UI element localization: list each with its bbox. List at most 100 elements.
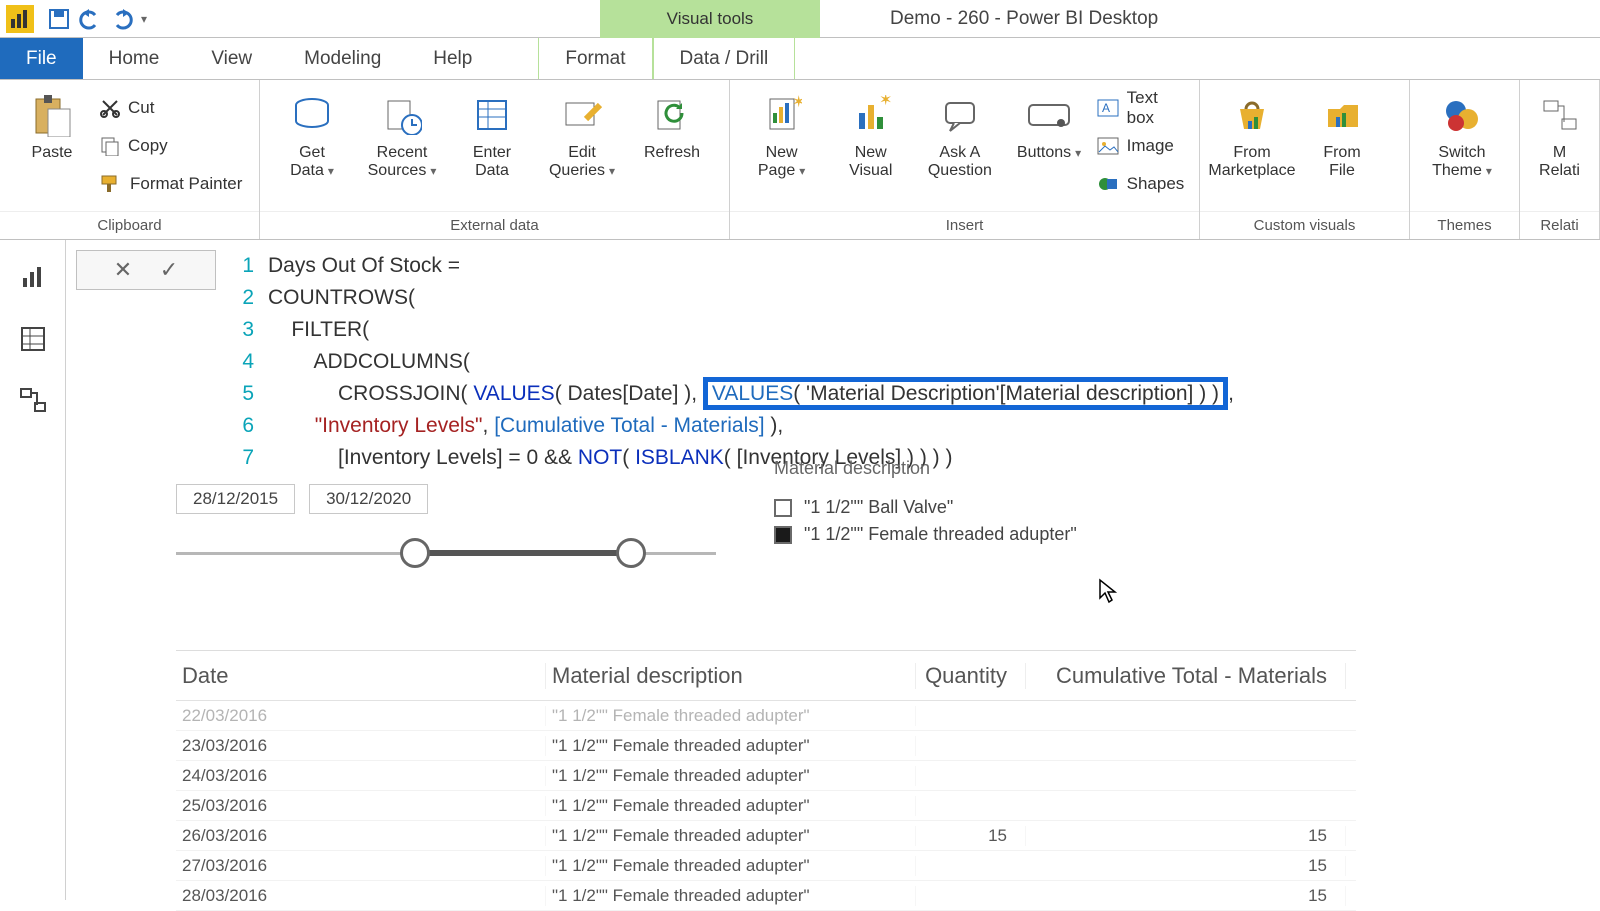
cell-date: 27/03/2016	[176, 856, 546, 876]
paste-button[interactable]: Paste	[10, 88, 94, 204]
format-painter-label: Format Painter	[130, 174, 242, 194]
app-icon	[6, 5, 34, 33]
material-slicer-header: Material description	[774, 458, 1077, 479]
redo-icon[interactable]	[109, 7, 135, 31]
new-visual-button[interactable]: ✶New Visual	[829, 88, 912, 204]
group-relationships: M Relati Relati	[1520, 80, 1600, 239]
paste-label: Paste	[32, 144, 73, 162]
tab-view[interactable]: View	[185, 38, 278, 79]
group-custom-visuals: From Marketplace From File Custom visual…	[1200, 80, 1410, 239]
date-slicer[interactable]: 28/12/2015 30/12/2020	[176, 484, 716, 574]
qat-customize-icon[interactable]: ▾	[141, 12, 147, 26]
edit-queries-label: Edit Queries	[549, 144, 615, 181]
refresh-button[interactable]: Refresh	[630, 88, 714, 204]
ask-a-question-button[interactable]: Ask A Question	[918, 88, 1001, 204]
group-label-custom: Custom visuals	[1200, 211, 1409, 239]
material-slicer[interactable]: Material description "1 1/2"" Ball Valve…	[774, 470, 1077, 545]
cell-material: "1 1/2"" Female threaded adupter"	[546, 736, 916, 756]
nav-model-icon[interactable]	[16, 384, 50, 418]
cell-cumulative: 15	[1026, 826, 1346, 846]
recent-sources-button[interactable]: Recent Sources	[360, 88, 444, 204]
edit-queries-button[interactable]: Edit Queries	[540, 88, 624, 204]
text-box-button[interactable]: AText box	[1097, 92, 1189, 124]
buttons-button[interactable]: Buttons	[1007, 88, 1090, 204]
new-page-button[interactable]: ✶New Page	[740, 88, 823, 204]
slider-handle-start[interactable]	[400, 538, 430, 568]
group-external-data: Get Data Recent Sources Enter Data Edit …	[260, 80, 730, 239]
commit-formula-icon[interactable]: ✓	[155, 256, 183, 284]
ask-question-label: Ask A Question	[928, 144, 992, 181]
tab-modeling[interactable]: Modeling	[278, 38, 407, 79]
date-slider[interactable]	[176, 534, 716, 574]
table-row[interactable]: 25/03/2016"1 1/2"" Female threaded adupt…	[176, 791, 1356, 821]
group-label-external: External data	[260, 211, 729, 239]
date-to-input[interactable]: 30/12/2020	[309, 484, 428, 514]
buttons-label: Buttons	[1017, 144, 1081, 162]
table-row[interactable]: 26/03/2016"1 1/2"" Female threaded adupt…	[176, 821, 1356, 851]
formula-editor[interactable]: 1Days Out Of Stock =2COUNTROWS(3 FILTER(…	[222, 240, 1600, 484]
save-icon[interactable]	[47, 7, 71, 31]
cell-date: 25/03/2016	[176, 796, 546, 816]
shapes-label: Shapes	[1127, 174, 1185, 194]
col-quantity[interactable]: Quantity	[916, 663, 1026, 689]
checkbox-icon[interactable]	[774, 499, 792, 517]
date-from-input[interactable]: 28/12/2015	[176, 484, 295, 514]
table-row[interactable]: 23/03/2016"1 1/2"" Female threaded adupt…	[176, 731, 1356, 761]
format-painter-button[interactable]: Format Painter	[100, 168, 242, 200]
image-label: Image	[1127, 136, 1174, 156]
cell-date: 26/03/2016	[176, 826, 546, 846]
svg-text:✶: ✶	[879, 95, 891, 109]
cancel-formula-icon[interactable]: ✕	[109, 256, 137, 284]
get-data-icon	[288, 92, 336, 138]
tab-file[interactable]: File	[0, 38, 83, 79]
recent-sources-label: Recent Sources	[368, 144, 437, 181]
table-row[interactable]: 27/03/2016"1 1/2"" Female threaded adupt…	[176, 851, 1356, 881]
nav-report-icon[interactable]	[16, 260, 50, 294]
from-file-button[interactable]: From File	[1300, 88, 1384, 204]
from-marketplace-button[interactable]: From Marketplace	[1210, 88, 1294, 204]
switch-theme-icon	[1438, 92, 1486, 138]
cell-material: "1 1/2"" Female threaded adupter"	[546, 856, 916, 876]
from-marketplace-label: From Marketplace	[1208, 144, 1295, 181]
data-table[interactable]: Date Material description Quantity Cumul…	[176, 650, 1356, 911]
from-file-label: From File	[1323, 144, 1360, 181]
table-row[interactable]: 24/03/2016"1 1/2"" Female threaded adupt…	[176, 761, 1356, 791]
nav-data-icon[interactable]	[16, 322, 50, 356]
cell-material: "1 1/2"" Female threaded adupter"	[546, 886, 916, 906]
material-item[interactable]: "1 1/2"" Female threaded adupter"	[774, 524, 1077, 545]
table-row[interactable]: 22/03/2016"1 1/2"" Female threaded adupt…	[176, 701, 1356, 731]
window-title: Demo - 260 - Power BI Desktop	[890, 0, 1158, 38]
format-painter-icon	[100, 174, 122, 194]
slider-handle-end[interactable]	[616, 538, 646, 568]
shapes-icon	[1097, 175, 1119, 193]
buttons-icon	[1025, 92, 1073, 138]
table-row[interactable]: 28/03/2016"1 1/2"" Female threaded adupt…	[176, 881, 1356, 911]
material-item[interactable]: "1 1/2"" Ball Valve"	[774, 497, 1077, 518]
col-date[interactable]: Date	[176, 663, 546, 689]
group-insert: ✶New Page ✶New Visual Ask A Question But…	[730, 80, 1200, 239]
checkbox-icon[interactable]	[774, 526, 792, 544]
copy-button[interactable]: Copy	[100, 130, 242, 162]
shapes-button[interactable]: Shapes	[1097, 168, 1189, 200]
get-data-button[interactable]: Get Data	[270, 88, 354, 204]
tab-data-drill[interactable]: Data / Drill	[653, 38, 796, 79]
image-button[interactable]: Image	[1097, 130, 1189, 162]
text-box-icon: A	[1097, 99, 1119, 117]
tab-help[interactable]: Help	[407, 38, 498, 79]
tab-home[interactable]: Home	[83, 38, 186, 79]
tab-format[interactable]: Format	[538, 38, 652, 79]
cut-button[interactable]: Cut	[100, 92, 242, 124]
group-label-clipboard: Clipboard	[0, 211, 259, 239]
from-file-icon	[1318, 92, 1366, 138]
group-label-rel: Relati	[1520, 211, 1599, 239]
col-cumulative[interactable]: Cumulative Total - Materials	[1026, 663, 1346, 689]
col-material[interactable]: Material description	[546, 663, 916, 689]
enter-data-button[interactable]: Enter Data	[450, 88, 534, 204]
cell-quantity: 15	[916, 826, 1026, 846]
refresh-label: Refresh	[644, 144, 700, 162]
edit-queries-icon	[558, 92, 606, 138]
switch-theme-button[interactable]: Switch Theme	[1420, 88, 1504, 204]
manage-relationships-button[interactable]: M Relati	[1530, 88, 1589, 204]
cell-material: "1 1/2"" Female threaded adupter"	[546, 826, 916, 846]
undo-icon[interactable]	[77, 7, 103, 31]
